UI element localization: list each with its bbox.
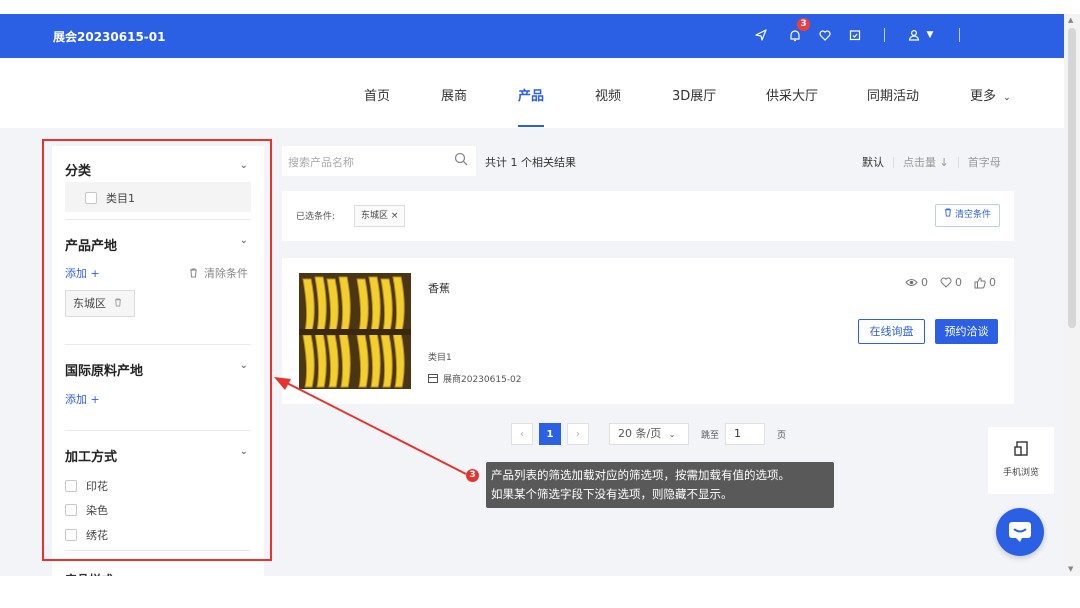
tooltip-line-1: 产品列表的筛选加载对应的筛选项，按需加载有值的选项。 <box>491 468 790 482</box>
store-icon <box>428 374 438 383</box>
page-size-label: 20 条/页 <box>618 427 662 440</box>
divider <box>957 156 959 168</box>
chat-button[interactable] <box>996 508 1044 556</box>
product-name[interactable]: 香蕉 <box>428 280 450 296</box>
jump-label: 跳至 <box>701 430 720 441</box>
sort-options: 默认 点击量 ↓ 首字母 <box>862 154 1001 170</box>
next-page-button[interactable]: › <box>567 423 589 445</box>
calendar-check-icon[interactable] <box>846 26 864 44</box>
nav-home[interactable]: 首页 <box>364 85 390 104</box>
nav-procurement-hall[interactable]: 供采大厅 <box>766 85 818 104</box>
search-icon[interactable] <box>454 152 468 166</box>
page-size-select[interactable]: 20 条/页 ⌄ <box>609 423 689 445</box>
notification-badge: 3 <box>797 18 810 31</box>
clear-filters-button[interactable]: 清空条件 <box>935 204 1000 227</box>
product-category: 类目1 <box>428 353 452 363</box>
nav-3d-hall[interactable]: 3D展厅 <box>672 85 716 104</box>
search-box[interactable]: 搜索产品名称 <box>282 146 476 176</box>
views-count: 0 <box>921 276 928 289</box>
inquiry-button[interactable]: 在线询盘 <box>858 319 925 344</box>
exhibitor-name: 展商20230615-02 <box>443 375 522 385</box>
result-count: 共计 1 个相关结果 <box>485 156 576 169</box>
chevron-down-icon: ⌄ <box>668 430 676 439</box>
annotation-number-badge: 3 <box>466 469 479 482</box>
mobile-view-label: 手机浏览 <box>1002 468 1039 478</box>
sort-initial[interactable]: 首字母 <box>968 154 1001 170</box>
active-tab-indicator <box>518 125 544 127</box>
tooltip-line-2: 如果某个筛选字段下没有选项，则隐藏不显示。 <box>491 487 733 501</box>
top-bar-icons: 3 ▼ <box>752 18 960 44</box>
banana-photo <box>299 273 411 389</box>
scroll-down-icon[interactable]: ▼ <box>1068 565 1073 573</box>
main-nav: 首页 展商 产品 视频 3D展厅 供采大厅 同期活动 更多 ⌄ <box>0 58 1064 128</box>
page-unit: 页 <box>777 430 787 441</box>
expo-title: 展会20230615-01 <box>53 30 166 44</box>
heart-icon[interactable] <box>816 26 834 44</box>
trash-icon <box>944 208 952 217</box>
likes-count: 0 <box>955 276 962 289</box>
product-exhibitor[interactable]: 展商20230615-02 <box>428 372 522 385</box>
top-bar: 展会20230615-01 3 ▼ <box>0 14 1064 58</box>
filter-chip[interactable]: 东城区 × <box>354 205 406 227</box>
mobile-view-button[interactable]: 手机浏览 <box>988 427 1054 494</box>
heart-icon <box>940 277 952 288</box>
jump-input[interactable]: 1 <box>725 423 766 445</box>
product-stats: 0 0 0 <box>905 276 996 289</box>
thumbs-up-icon <box>974 276 986 288</box>
send-icon[interactable] <box>752 26 770 44</box>
selected-filters-label: 已选条件: <box>296 212 336 222</box>
divider <box>959 28 960 42</box>
current-page[interactable]: 1 <box>539 423 561 445</box>
caret-down-icon[interactable]: ▼ <box>923 26 937 44</box>
annotation-tooltip: 产品列表的筛选加载对应的筛选项，按需加载有值的选项。 如果某个筛选字段下没有选项… <box>486 462 834 508</box>
sort-default[interactable]: 默认 <box>862 154 884 170</box>
user-icon[interactable] <box>905 26 923 44</box>
annotation-highlight-box <box>42 139 272 561</box>
scrollbar-thumb[interactable] <box>1068 28 1076 328</box>
prev-page-button[interactable]: ‹ <box>511 423 533 445</box>
nav-exhibitors[interactable]: 展商 <box>441 85 467 104</box>
thumbs-stat[interactable]: 0 <box>974 276 996 289</box>
eye-icon <box>905 279 918 286</box>
pagination: ‹ 1 › 20 条/页 ⌄ 跳至 1 页 <box>511 423 786 445</box>
divider <box>893 156 894 168</box>
chevron-down-icon: ⌄ <box>1003 93 1011 103</box>
likes-stat[interactable]: 0 <box>940 276 962 289</box>
nav-videos[interactable]: 视频 <box>595 85 621 104</box>
scroll-up-icon[interactable]: ▲ <box>1068 16 1073 24</box>
nav-more-label: 更多 <box>970 89 997 104</box>
page-bottom-edge <box>0 576 1080 608</box>
search-input[interactable]: 搜索产品名称 <box>288 154 354 170</box>
chat-icon <box>1009 522 1031 542</box>
nav-more[interactable]: 更多 ⌄ <box>970 85 1011 104</box>
clear-filters-label: 清空条件 <box>954 210 991 220</box>
divider <box>884 28 885 42</box>
selected-filters-card: 已选条件: 东城区 × 清空条件 <box>282 191 1014 241</box>
thumbs-count: 0 <box>989 276 996 289</box>
product-image[interactable] <box>299 273 411 389</box>
sort-clicks[interactable]: 点击量 ↓ <box>903 154 949 170</box>
views-stat: 0 <box>905 276 928 289</box>
negotiate-button[interactable]: 预约洽谈 <box>935 319 998 344</box>
product-card[interactable]: 香蕉 类目1 展商20230615-02 0 0 0 在线询盘 预约洽谈 <box>282 258 1014 404</box>
nav-products[interactable]: 产品 <box>518 85 544 104</box>
mobile-icon <box>1014 441 1028 456</box>
bell-icon[interactable]: 3 <box>786 18 810 44</box>
nav-events[interactable]: 同期活动 <box>867 85 919 104</box>
